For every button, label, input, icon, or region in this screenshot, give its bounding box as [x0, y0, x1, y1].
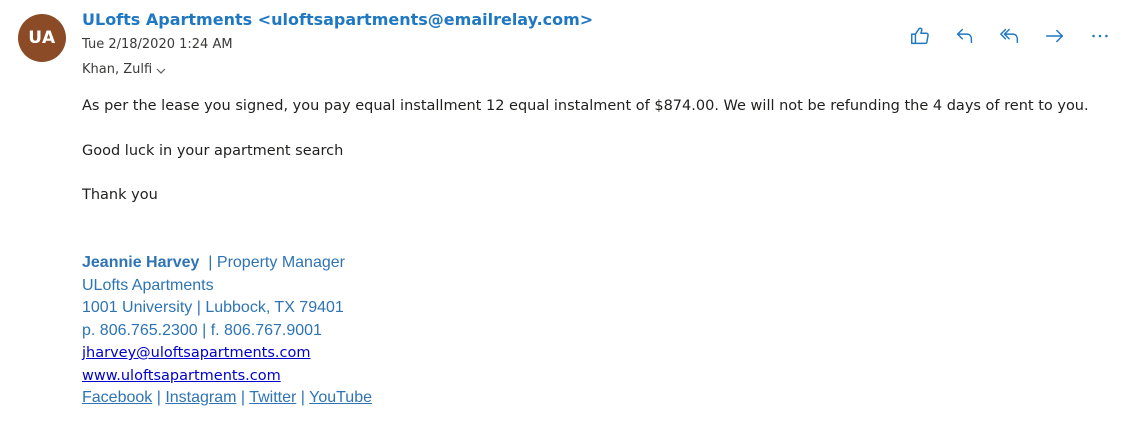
- reply-icon: [956, 28, 973, 44]
- body-paragraph-thanks: Thank you: [82, 187, 158, 203]
- email-signature: Jeannie Harvey | Property Manager ULofts…: [82, 252, 372, 410]
- facebook-link[interactable]: Facebook: [82, 389, 152, 406]
- youtube-link[interactable]: YouTube: [309, 389, 372, 406]
- like-icon: [911, 27, 929, 45]
- signature-social-links: Facebook | Instagram | Twitter | YouTube: [82, 387, 372, 410]
- sent-date: Tue 2/18/2020 1:24 AM: [82, 37, 233, 52]
- like-button[interactable]: [905, 22, 935, 50]
- signature-phone: p. 806.765.2300 | f. 806.767.9001: [82, 321, 322, 339]
- sender-name[interactable]: ULofts Apartments <uloftsapartments@emai…: [82, 10, 593, 29]
- body-paragraph-good-luck: Good luck in your apartment search: [82, 142, 344, 159]
- message-toolbar: [905, 22, 1115, 50]
- forward-icon: [1046, 29, 1064, 43]
- more-actions-button[interactable]: [1085, 22, 1115, 50]
- recipient-name[interactable]: Khan, Zulfi: [82, 62, 152, 77]
- message-body: As per the lease you signed, you pay equ…: [82, 95, 1092, 207]
- signature-title: | Property Manager: [199, 254, 345, 271]
- signature-name-line: Jeannie Harvey | Property Manager: [82, 252, 372, 275]
- social-separator: |: [152, 389, 166, 406]
- signature-address: 1001 University | Lubbock, TX 79401: [82, 299, 344, 316]
- sender-avatar[interactable]: UA: [18, 14, 66, 62]
- forward-button[interactable]: [1040, 22, 1070, 50]
- recipients-line[interactable]: Khan, Zulfi: [82, 62, 167, 77]
- signature-name: Jeannie Harvey: [82, 254, 200, 271]
- body-paragraph-lease: As per the lease you signed, you pay equ…: [82, 98, 1089, 114]
- social-separator: |: [236, 389, 250, 406]
- reply-all-icon: [1000, 28, 1019, 44]
- expand-recipients-icon[interactable]: [155, 65, 167, 75]
- signature-email-link[interactable]: jharvey@uloftsapartments.com: [82, 345, 311, 361]
- twitter-link[interactable]: Twitter: [249, 389, 296, 406]
- instagram-link[interactable]: Instagram: [165, 389, 236, 406]
- signature-website-link[interactable]: www.uloftsapartments.com: [82, 368, 281, 384]
- social-separator: |: [296, 389, 310, 406]
- signature-company: ULofts Apartments: [82, 276, 214, 294]
- more-icon: [1092, 34, 1108, 38]
- reply-all-button[interactable]: [995, 22, 1025, 50]
- reply-button[interactable]: [950, 22, 980, 50]
